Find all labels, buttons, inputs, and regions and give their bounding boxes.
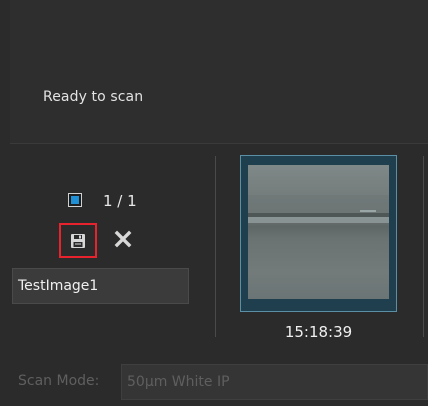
discard-button[interactable] [113, 229, 133, 249]
divider-right [423, 156, 424, 337]
scan-thumbnail[interactable] [240, 155, 397, 312]
image-name-input[interactable]: TestImage1 [12, 268, 189, 304]
close-x-icon [114, 230, 132, 248]
status-panel: Ready to scan [10, 0, 428, 144]
save-button[interactable] [59, 223, 97, 258]
floppy-disk-icon [71, 234, 85, 248]
thumbnail-image [248, 165, 389, 299]
status-message: Ready to scan [43, 89, 144, 105]
scanner-window: Ready to scan 1 / 1 TestImage1 15:18:39 … [0, 0, 428, 406]
scan-mode-field[interactable]: 50µm White IP [121, 364, 428, 400]
scan-mode-label: Scan Mode: [18, 373, 100, 389]
divider-left [215, 156, 216, 337]
image-counter: 1 / 1 [103, 192, 137, 210]
select-image-checkbox[interactable] [68, 193, 82, 207]
thumbnail-timestamp: 15:18:39 [284, 323, 353, 341]
